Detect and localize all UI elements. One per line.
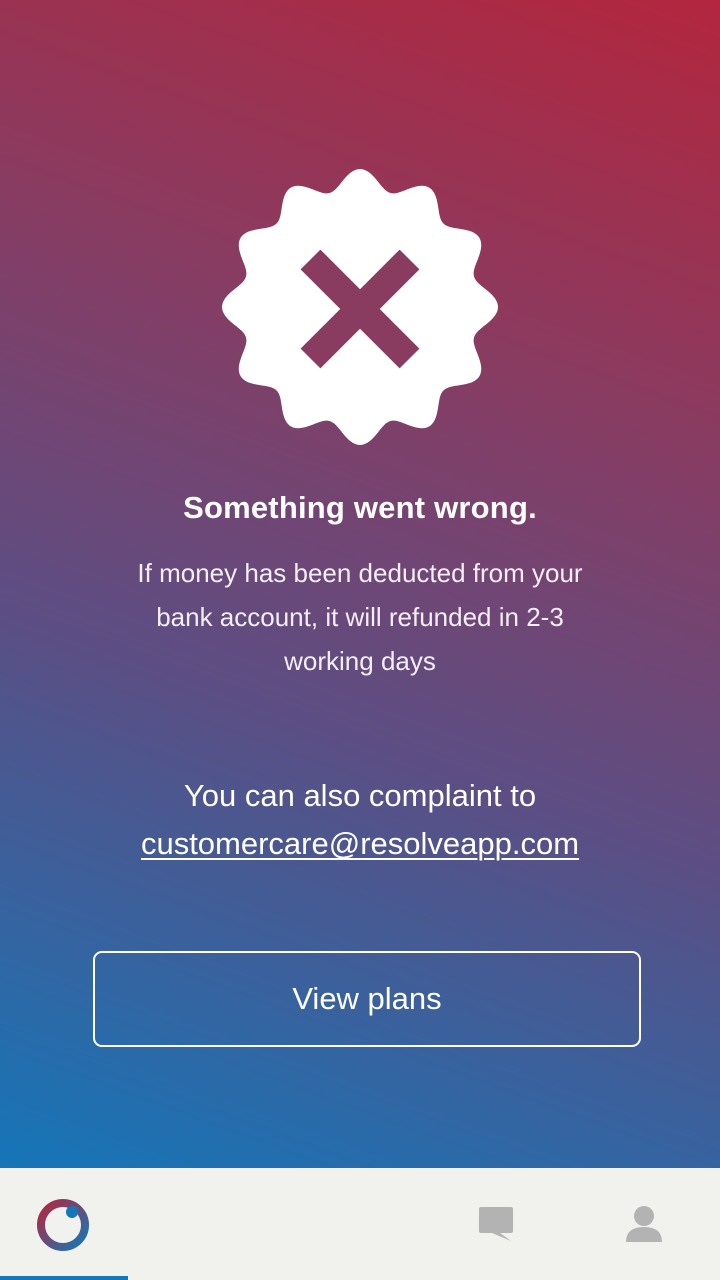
gradient-background: Something went wrong. If money has been …: [0, 0, 720, 1168]
view-plans-button[interactable]: View plans: [93, 951, 641, 1047]
complaint-text: You can also complaint to: [183, 778, 537, 813]
error-title: Something went wrong.: [183, 490, 537, 525]
app-logo-icon: [37, 1199, 89, 1251]
profile-icon: [626, 1206, 662, 1242]
tab-chat[interactable]: [432, 1168, 560, 1280]
customer-care-email-link[interactable]: customercare@resolveapp.com: [141, 826, 579, 861]
tab-home[interactable]: [0, 1168, 128, 1280]
bottom-tab-bar: [0, 1168, 720, 1280]
chat-icon: [479, 1207, 513, 1241]
tab-profile[interactable]: [580, 1168, 708, 1280]
active-tab-indicator: [0, 1276, 128, 1280]
refund-message: If money has been deducted from your ban…: [137, 558, 583, 676]
error-badge-icon: [220, 166, 500, 448]
payment-failure-screen: Something went wrong. If money has been …: [0, 0, 720, 1280]
complaint-block: You can also complaint to customercare@r…: [0, 772, 720, 868]
